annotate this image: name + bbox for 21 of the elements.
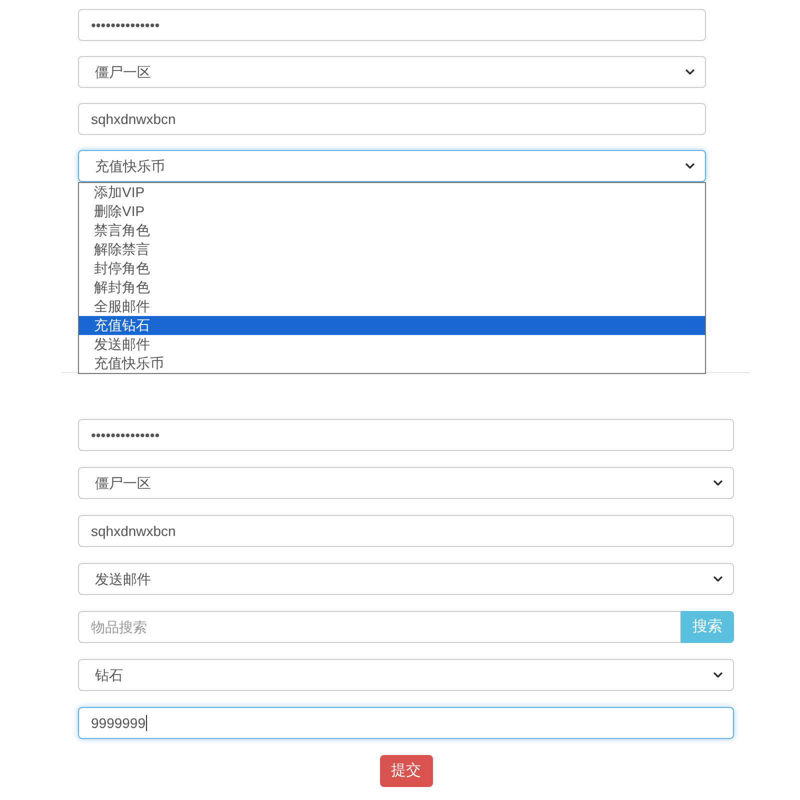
dropdown-option[interactable]: 封停角色 xyxy=(79,259,705,278)
select-field[interactable]: 钻石 xyxy=(78,659,734,691)
dropdown-option[interactable]: 全服邮件 xyxy=(79,297,705,316)
select-field[interactable]: 僵尸一区 xyxy=(78,56,706,88)
dropdown-option[interactable]: 添加VIP xyxy=(79,183,705,202)
dropdown-option[interactable]: 解除禁言 xyxy=(79,240,705,259)
submit-button[interactable]: 提交 xyxy=(380,755,432,787)
select-field[interactable]: 僵尸一区 xyxy=(78,467,734,499)
input-field[interactable]: 9999999 xyxy=(78,707,734,739)
dropdown-option[interactable]: 禁言角色 xyxy=(79,221,705,240)
input-field[interactable]: sqhxdnwxbcn xyxy=(78,515,734,547)
password-field[interactable]: •••••••••••••• xyxy=(78,9,706,41)
password-field[interactable]: •••••••••••••• xyxy=(78,419,734,451)
select-field[interactable]: 充值快乐币 xyxy=(78,150,706,182)
dropdown-option[interactable]: 发送邮件 xyxy=(79,335,705,354)
dropdown-option[interactable]: 充值钻石 xyxy=(79,316,705,335)
dropdown-option[interactable]: 解封角色 xyxy=(79,278,705,297)
select-field[interactable]: 发送邮件 xyxy=(78,563,734,595)
dropdown-option[interactable]: 删除VIP xyxy=(79,202,705,221)
dropdown-option[interactable]: 充值快乐币 xyxy=(79,354,705,373)
input-field[interactable]: sqhxdnwxbcn xyxy=(78,103,706,135)
